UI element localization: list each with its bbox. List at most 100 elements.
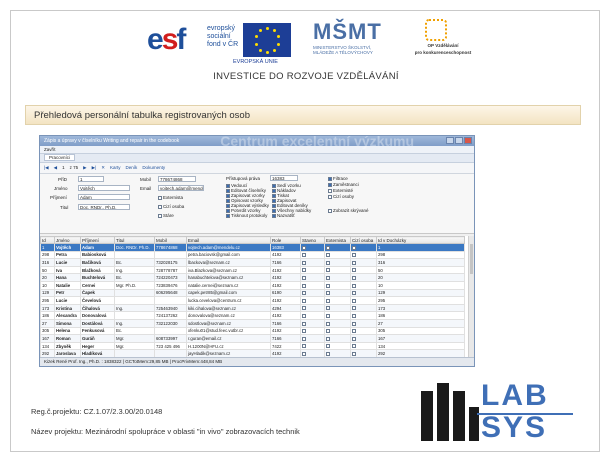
minimize-button[interactable]	[446, 137, 454, 144]
table-cell[interactable]	[300, 303, 325, 313]
cell-checkbox[interactable]	[302, 314, 306, 318]
table-cell[interactable]: Bc.	[114, 258, 155, 267]
table-cell[interactable]: Donovalová	[80, 311, 115, 320]
table-cell[interactable]	[300, 334, 325, 343]
table-cell[interactable]: xfenku01@stud.feec.vutbr.cz	[186, 326, 271, 336]
table-cell[interactable]: 27	[376, 318, 465, 328]
column-header[interactable]: Id	[40, 236, 55, 244]
denik-button[interactable]: Deník	[126, 165, 138, 171]
cell-checkbox[interactable]	[326, 314, 330, 318]
table-cell[interactable]: 4192	[270, 311, 301, 320]
titul-field[interactable]: Doc. RNDr., Ph.D.	[78, 204, 130, 210]
table-cell[interactable]: 10	[376, 280, 465, 290]
last-record-button[interactable]: ▶|	[92, 165, 97, 171]
table-cell[interactable]: 20	[40, 273, 55, 282]
externista-check[interactable]: Externista	[158, 195, 183, 200]
cell-checkbox[interactable]	[326, 329, 330, 334]
table-cell[interactable]	[324, 296, 351, 305]
column-header[interactable]: Cizí osoba	[350, 236, 377, 244]
prev-record-button[interactable]: ◀	[54, 165, 57, 171]
delete-button[interactable]: ✕	[101, 165, 105, 171]
table-cell[interactable]: Čevelová	[80, 296, 115, 305]
table-cell[interactable]	[350, 243, 377, 252]
table-cell[interactable]: hanabuchtelova@seznam.cz	[186, 273, 271, 282]
table-cell[interactable]: 724137262	[154, 311, 187, 320]
table-cell[interactable]: 298	[376, 250, 465, 260]
table-cell[interactable]: Heger	[80, 341, 115, 351]
right-item[interactable]: Nazvatšť	[272, 213, 311, 218]
table-cell[interactable]: 295	[40, 296, 55, 305]
table-cell[interactable]	[114, 311, 155, 320]
email-field[interactable]: vojtech.adam@mendelu	[158, 185, 204, 191]
table-cell[interactable]: Natalie	[54, 280, 81, 290]
table-cell[interactable]: 16383	[270, 243, 301, 252]
table-row[interactable]: 27 Simona Dostálová Ing. 732122030 sdostlova@…	[40, 318, 465, 328]
table-cell[interactable]: Fenkusová	[80, 326, 115, 336]
cell-checkbox[interactable]	[352, 298, 356, 303]
cell-checkbox[interactable]	[326, 245, 330, 250]
table-row[interactable]: 298 Petra Babiosková petra.baciovsk@gmail.c…	[40, 250, 465, 260]
table-cell[interactable]: Ing.	[114, 265, 155, 275]
table-cell[interactable]: 7166	[270, 318, 301, 328]
table-cell[interactable]: 134	[376, 341, 465, 351]
column-header[interactable]: Role	[270, 236, 301, 244]
table-cell[interactable]: lucka.cevelova@centrum.cz	[186, 296, 271, 305]
column-header[interactable]: Příjmení	[80, 236, 115, 244]
cell-checkbox[interactable]	[326, 351, 330, 356]
table-cell[interactable]: Ing.	[114, 318, 155, 328]
table-cell[interactable]: Mgr. Ph.D.	[114, 280, 155, 290]
close-button[interactable]	[464, 137, 472, 144]
table-cell[interactable]: Lucie	[54, 296, 81, 305]
table-cell[interactable]: Petra	[54, 250, 81, 260]
pid-field[interactable]: 1	[78, 176, 104, 182]
table-cell[interactable]: 298	[40, 250, 55, 260]
cell-checkbox[interactable]	[302, 253, 306, 258]
table-cell[interactable]	[350, 341, 377, 351]
cell-checkbox[interactable]	[326, 276, 330, 281]
table-cell[interactable]	[324, 334, 351, 343]
table-cell[interactable]	[350, 326, 377, 336]
table-cell[interactable]	[324, 303, 351, 313]
cell-checkbox[interactable]	[302, 283, 306, 288]
table-cell[interactable]: Roman	[54, 334, 81, 343]
table-cell[interactable]: 167	[40, 334, 55, 343]
table-cell[interactable]	[300, 326, 325, 336]
table-cell[interactable]: 4192	[270, 326, 301, 336]
table-cell[interactable]	[350, 311, 377, 320]
mobil-field[interactable]: 778674868	[158, 176, 196, 182]
table-row[interactable]: 295 Lucie Čevelová lucka.cevelova@centrum.c…	[40, 296, 465, 305]
cell-checkbox[interactable]	[326, 344, 330, 349]
cell-checkbox[interactable]	[302, 298, 306, 303]
table-row[interactable]: 129 Petr Čapek 606295648 capek.petr85@gmail.…	[40, 288, 465, 298]
cell-checkbox[interactable]	[326, 283, 330, 288]
cell-checkbox[interactable]	[326, 268, 330, 273]
table-cell[interactable]	[350, 288, 377, 298]
table-cell[interactable]: 129	[376, 288, 465, 298]
table-cell[interactable]	[350, 303, 377, 313]
table-cell[interactable]: Simona	[54, 318, 81, 328]
table-cell[interactable]: 7166	[270, 334, 301, 343]
scrollbar-thumb[interactable]	[470, 244, 473, 274]
table-cell[interactable]: 728778787	[154, 265, 187, 275]
table-cell[interactable]: 134	[40, 341, 55, 351]
cell-checkbox[interactable]	[302, 306, 306, 311]
cell-checkbox[interactable]	[352, 268, 356, 273]
table-cell[interactable]	[350, 265, 377, 275]
table-cell[interactable]	[300, 288, 325, 298]
table-cell[interactable]: Adam	[80, 243, 115, 252]
table-cell[interactable]	[300, 265, 325, 275]
table-cell[interactable]: Bc.	[114, 326, 155, 336]
table-cell[interactable]: 6190	[270, 288, 301, 298]
table-cell[interactable]: 27	[40, 318, 55, 328]
table-cell[interactable]: 305	[376, 326, 465, 336]
table-cell[interactable]: natalie.cernei@seznam.cz	[186, 280, 271, 290]
rights-field[interactable]: 16383	[270, 175, 298, 181]
table-cell[interactable]	[300, 250, 325, 260]
table-cell[interactable]: 732122030	[154, 318, 187, 328]
cell-checkbox[interactable]	[352, 276, 356, 281]
table-cell[interactable]	[154, 326, 187, 336]
table-cell[interactable]	[324, 250, 351, 260]
table-cell[interactable]: 723839476	[154, 280, 187, 290]
cell-checkbox[interactable]	[326, 291, 330, 296]
table-cell[interactable]: Dostálová	[80, 318, 115, 328]
